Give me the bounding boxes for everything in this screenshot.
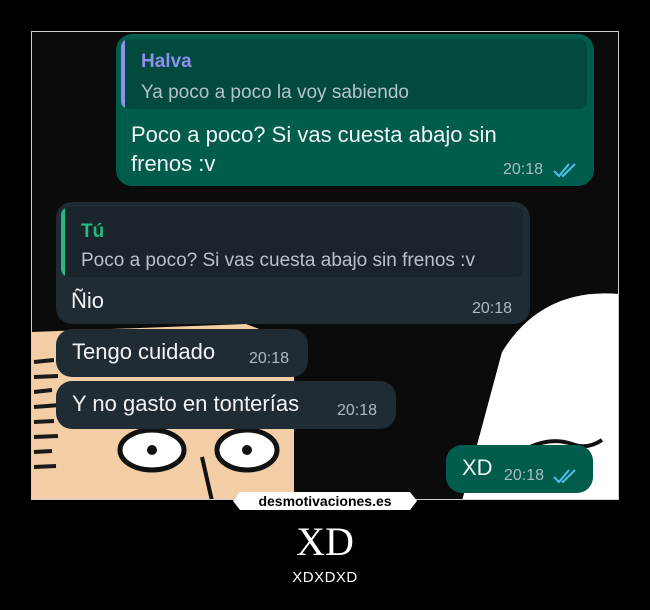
- message-time: 20:18: [472, 300, 513, 317]
- left-pupil: [147, 445, 157, 455]
- message-text: Y no gasto en tonterías: [72, 391, 300, 416]
- quote-author: Tú: [81, 221, 105, 242]
- message-time: 20:18: [249, 350, 290, 367]
- message-time: 20:18: [337, 402, 378, 419]
- double-check-icon: [553, 469, 576, 484]
- quote-author: Halva: [141, 51, 192, 72]
- quote-text: Ya poco a poco la voy sabiendo: [141, 82, 409, 103]
- quoted-message[interactable]: Tú Poco a poco? Si vas cuesta abajo sin …: [61, 207, 523, 277]
- quote-bar: [121, 39, 125, 109]
- right-pupil: [242, 445, 252, 455]
- message-text: XD: [462, 455, 493, 480]
- message-bubble-incoming[interactable]: Tengo cuidado 20:18: [56, 329, 308, 377]
- double-check-icon: [553, 163, 576, 178]
- message-text: Ñio: [71, 288, 105, 313]
- message-text-line-1: Poco a poco? Si vas cuesta abajo sin: [131, 122, 497, 147]
- poster-title: XD: [296, 519, 354, 564]
- message-time: 20:18: [503, 161, 544, 178]
- poster-image: Halva Ya poco a poco la voy sabiendo Poc…: [31, 31, 619, 500]
- quote-bar: [61, 207, 65, 277]
- message-text: Tengo cuidado: [72, 339, 216, 364]
- message-bubble-incoming[interactable]: Tú Poco a poco? Si vas cuesta abajo sin …: [56, 202, 530, 324]
- site-watermark: desmotivaciones.es: [233, 492, 417, 510]
- message-bubble-outgoing[interactable]: Halva Ya poco a poco la voy sabiendo Poc…: [116, 34, 594, 186]
- message-bubble-outgoing[interactable]: XD 20:18: [446, 445, 593, 493]
- quoted-message[interactable]: Halva Ya poco a poco la voy sabiendo: [121, 39, 587, 109]
- quote-text: Poco a poco? Si vas cuesta abajo sin fre…: [81, 250, 475, 271]
- poster-subtitle: XDXDXD: [292, 569, 358, 586]
- message-bubble-incoming[interactable]: Y no gasto en tonterías 20:18: [56, 381, 396, 429]
- message-text-line-2: frenos :v: [131, 151, 216, 176]
- message-time: 20:18: [504, 467, 545, 484]
